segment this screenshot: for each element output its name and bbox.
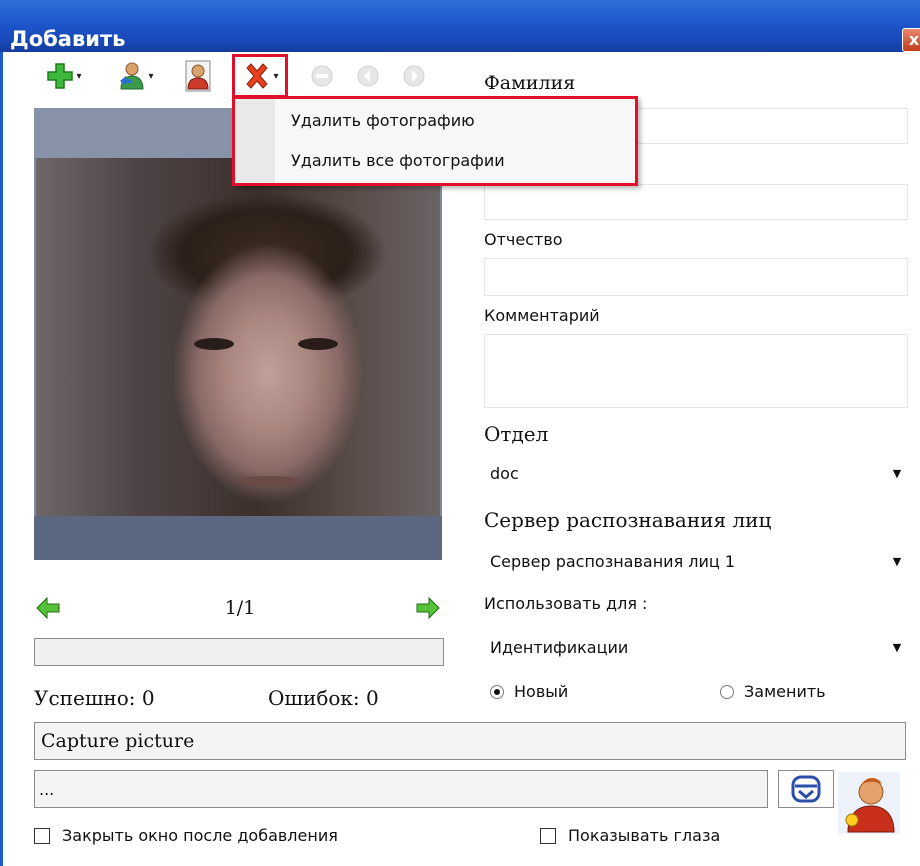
photo-counter: 1/1 [224, 597, 256, 619]
arrow-left-icon [36, 597, 60, 619]
face-photo [36, 158, 440, 516]
show-eyes-checkbox[interactable]: Показывать глаза [540, 826, 720, 845]
delete-dropdown-menu: Удалить фотографию Удалить все фотографи… [232, 96, 638, 186]
success-count: Успешно: 0 [34, 686, 155, 710]
close-after-add-label: Закрыть окно после добавления [62, 826, 338, 845]
window-title: Добавить [10, 27, 126, 51]
department-value: doc [490, 463, 519, 483]
use-for-value: Идентификации [490, 637, 629, 657]
window-left-edge [0, 52, 3, 866]
dropdown-arrow-icon: ▼ [892, 640, 902, 654]
minus-icon [311, 65, 333, 87]
next-photo-button[interactable] [416, 596, 440, 620]
rotate-left-icon [357, 65, 379, 87]
dropdown-caret-icon: ▾ [76, 70, 82, 82]
cloud-download-icon [791, 775, 821, 803]
dropdown-arrow-icon: ▼ [892, 466, 902, 480]
error-count: Ошибок: 0 [268, 686, 379, 710]
menu-icon-gutter [235, 99, 275, 183]
user-photo-icon [185, 60, 211, 92]
radio-replace-dot [720, 684, 734, 699]
remove-button[interactable] [304, 56, 340, 96]
delete-button-highlight [232, 54, 288, 98]
file-path-field[interactable]: ... [34, 770, 768, 808]
progress-bar [34, 638, 444, 666]
rotate-right-button[interactable] [396, 56, 432, 96]
add-icon [47, 63, 74, 89]
comment-label: Комментарий [484, 306, 600, 325]
server-select[interactable]: Сервер распознавания лиц 1 ▼ [484, 544, 908, 578]
prev-photo-button[interactable] [36, 596, 60, 620]
arrow-right-icon [416, 597, 440, 619]
patronymic-label: Отчество [484, 230, 563, 249]
mouth [236, 476, 302, 486]
radio-new[interactable]: Новый [490, 682, 568, 701]
radio-replace-label: Заменить [744, 682, 826, 701]
browse-button[interactable] [778, 770, 834, 808]
server-value: Сервер распознавания лиц 1 [490, 551, 736, 571]
radio-new-dot [490, 684, 504, 699]
close-button[interactable]: x [902, 28, 920, 52]
rotate-left-button[interactable] [350, 56, 386, 96]
name-field[interactable] [484, 184, 908, 220]
department-label: Отдел [484, 422, 549, 446]
add-button[interactable]: ▾ [38, 56, 90, 96]
user-avatar-button[interactable] [838, 772, 900, 834]
show-eyes-label: Показывать глаза [568, 826, 721, 845]
surname-label: Фамилия [484, 72, 576, 94]
use-for-select[interactable]: Идентификации ▼ [484, 630, 908, 664]
add-dialog: Добавить x ▾ ▾ ▾ 1/1 Успешно: 0 Ошибок: … [0, 0, 920, 866]
close-after-add-box [34, 827, 50, 844]
show-eyes-box [540, 827, 556, 844]
use-for-label: Использовать для : [484, 594, 648, 613]
photo-bottom-band [34, 516, 442, 560]
radio-new-label: Новый [514, 682, 569, 701]
menu-item-delete-photo[interactable]: Удалить фотографию [291, 111, 475, 130]
title-bar: Добавить x [0, 0, 920, 52]
dropdown-caret-icon: ▾ [148, 70, 154, 82]
left-eye [194, 338, 234, 350]
close-after-add-checkbox[interactable]: Закрыть окно после добавления [34, 826, 338, 845]
user-photo-button[interactable] [180, 56, 216, 96]
comment-field[interactable] [484, 334, 908, 408]
dropdown-arrow-icon: ▼ [892, 554, 902, 568]
right-eye [298, 338, 338, 350]
user-import-icon [120, 62, 144, 90]
department-select[interactable]: doc ▼ [484, 456, 908, 490]
menu-item-delete-all-photos[interactable]: Удалить все фотографии [291, 151, 505, 170]
rotate-right-icon [403, 65, 425, 87]
patronymic-field[interactable] [484, 258, 908, 296]
capture-status-field: Capture picture [34, 722, 906, 760]
import-user-button[interactable]: ▾ [110, 56, 162, 96]
radio-replace[interactable]: Заменить [720, 682, 826, 701]
user-avatar-icon [845, 778, 895, 833]
server-label: Сервер распознавания лиц [484, 508, 772, 532]
